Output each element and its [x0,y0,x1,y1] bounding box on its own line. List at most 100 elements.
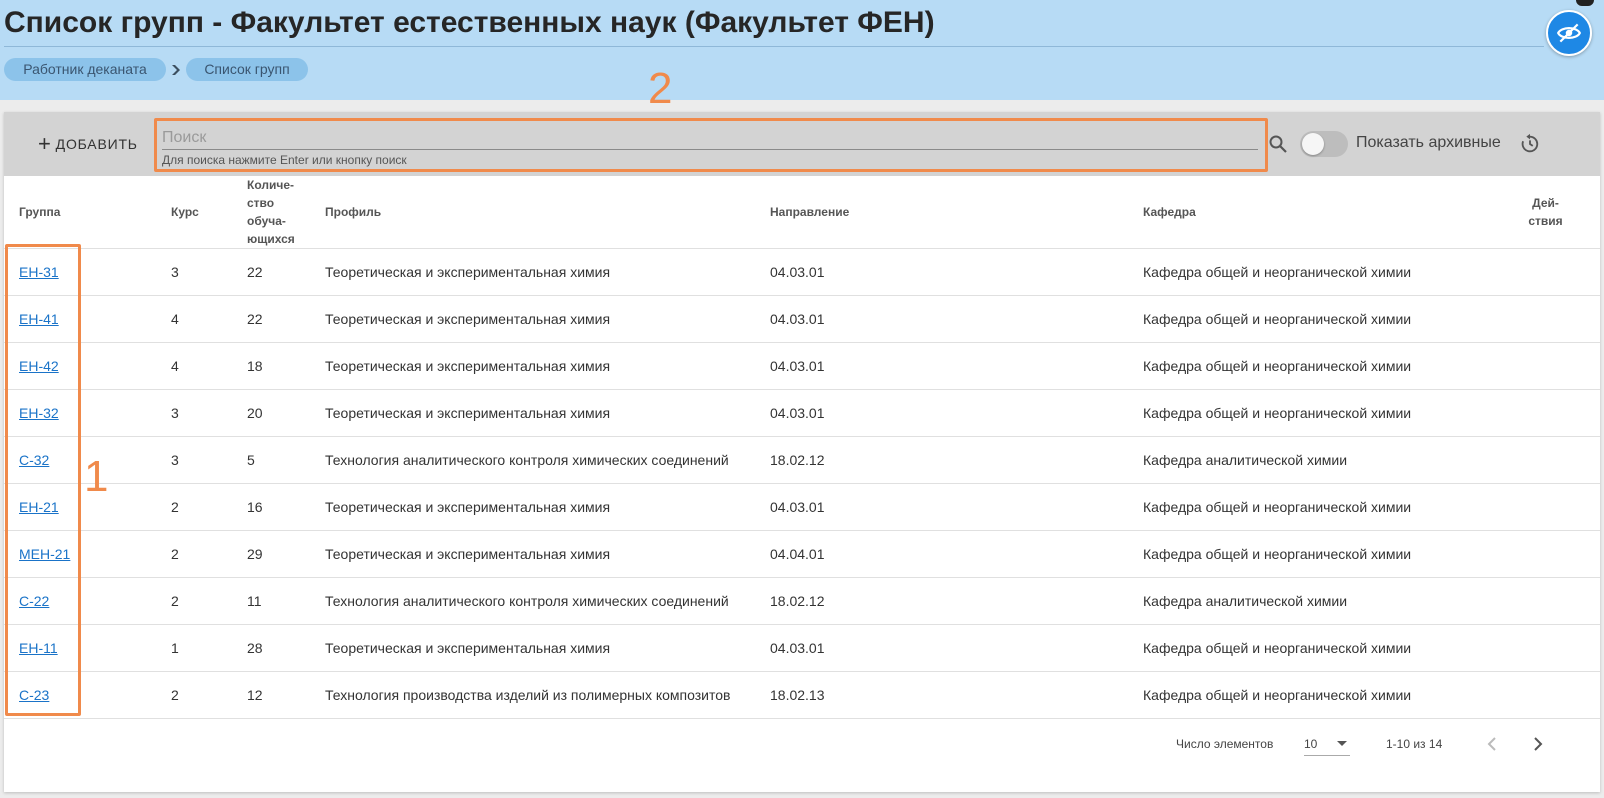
search-field: Для поиска нажмите Enter или кнопку поис… [154,118,1268,172]
cell-count: 18 [247,342,325,390]
group-link[interactable]: ЕН-41 [19,311,59,327]
column-header-actions: Дей-ствия [1503,176,1600,249]
cell-profile: Технология аналитического контроля химич… [325,577,770,625]
group-link[interactable]: ЕН-11 [19,640,58,656]
cell-group: ЕН-31 [4,248,171,296]
breadcrumb-item-dean-worker[interactable]: Работник деканата [4,58,166,81]
cell-actions [1503,436,1600,484]
cell-kurs: 3 [171,248,247,296]
cell-group: ЕН-32 [4,389,171,437]
column-header-group[interactable]: Группа [4,176,171,249]
table-row: ЕН-42 4 18 Теоретическая и экспериментальна… [4,342,1600,390]
table-row: С-22 2 11 Технология аналитического контрол… [4,577,1600,625]
search-button[interactable] [1266,132,1290,156]
cell-kafedra: Кафедра общей и неорганической химии [1143,671,1503,719]
cell-group: ЕН-11 [4,624,171,672]
table-row: МЕН-21 2 29 Теоретическая и экспериментальн… [4,530,1600,578]
cell-profile: Теоретическая и экспериментальная химия [325,295,770,343]
cell-profile: Теоретическая и экспериментальная химия [325,483,770,531]
cell-actions [1503,342,1600,390]
visibility-toggle-button[interactable] [1546,10,1592,56]
cell-actions [1503,624,1600,672]
cell-direction: 04.03.01 [770,624,1143,672]
group-link[interactable]: ЕН-31 [19,264,59,280]
cell-group: С-23 [4,671,171,719]
cell-profile: Теоретическая и экспериментальная химия [325,248,770,296]
student-count-header-text: Количе-ство обуча-ющихся [247,178,295,246]
cell-count: 20 [247,389,325,437]
annotation-marker-2: 2 [648,64,673,113]
column-header-student-count[interactable]: Количе-ство обуча-ющихся [247,176,325,249]
cell-kafedra: Кафедра общей и неорганической химии [1143,342,1503,390]
toggle-knob [1302,133,1324,155]
breadcrumb: Работник деканата Список групп [4,58,308,81]
group-link[interactable]: С-23 [19,687,49,703]
cell-count: 28 [247,624,325,672]
table-row: ЕН-41 4 22 Теоретическая и экспериментальна… [4,295,1600,343]
per-page-select[interactable]: 10 [1304,732,1350,756]
cell-actions [1503,671,1600,719]
archive-toggle[interactable] [1300,131,1348,157]
breadcrumb-item-group-list[interactable]: Список групп [186,58,308,81]
cell-kurs: 4 [171,342,247,390]
search-input[interactable] [162,126,1258,150]
cell-kafedra: Кафедра общей и неорганической химии [1143,295,1503,343]
column-header-direction[interactable]: Направление [770,176,1143,249]
cell-direction: 18.02.12 [770,436,1143,484]
actions-header-text: Дей-ствия [1528,196,1563,228]
plus-icon: + [38,131,52,156]
groups-card: + ДОБАВИТЬ Для поиска нажмите Enter или … [4,112,1600,792]
chevron-left-icon [1487,737,1496,751]
group-link[interactable]: МЕН-21 [19,546,70,562]
breadcrumb-separator-icon [172,64,180,75]
group-link[interactable]: ЕН-42 [19,358,59,374]
cell-direction: 18.02.13 [770,671,1143,719]
pagination-range: 1-10 из 14 [1386,737,1443,751]
search-hint: Для поиска нажмите Enter или кнопку поис… [162,153,407,167]
cell-direction: 18.02.12 [770,577,1143,625]
cell-direction: 04.03.01 [770,295,1143,343]
cell-profile: Теоретическая и экспериментальная химия [325,389,770,437]
cell-kurs: 2 [171,483,247,531]
group-link[interactable]: С-22 [19,593,49,609]
cell-count: 29 [247,530,325,578]
page-header: Список групп - Факультет естественных на… [0,0,1604,100]
table-row: ЕН-11 1 28 Теоретическая и экспериментальна… [4,624,1600,672]
per-page-value: 10 [1304,736,1318,751]
group-link[interactable]: ЕН-32 [19,405,59,421]
cell-group: С-22 [4,577,171,625]
cell-profile: Теоретическая и экспериментальная химия [325,530,770,578]
cell-direction: 04.03.01 [770,342,1143,390]
per-page-label: Число элементов [1176,737,1274,751]
cell-direction: 04.03.01 [770,389,1143,437]
cell-kurs: 2 [171,671,247,719]
page-title: Список групп - Факультет естественных на… [4,6,935,39]
column-header-profile[interactable]: Профиль [325,176,770,249]
cell-actions [1503,483,1600,531]
cell-profile: Теоретическая и экспериментальная химия [325,624,770,672]
cell-direction: 04.04.01 [770,530,1143,578]
groups-table: Группа Курс Количе-ство обуча-ющихся Про… [4,176,1600,719]
table-row: ЕН-32 3 20 Теоретическая и экспериментальна… [4,389,1600,437]
column-header-kafedra[interactable]: Кафедра [1143,176,1503,249]
table-row: ЕН-31 3 22 Теоретическая и экспериментальна… [4,248,1600,296]
eye-off-icon [1556,23,1582,43]
history-icon [1521,133,1539,153]
cell-kurs: 2 [171,530,247,578]
refresh-button[interactable] [1518,132,1542,156]
add-button[interactable]: + ДОБАВИТЬ [38,132,138,156]
next-page-button[interactable] [1526,732,1550,756]
previous-page-button[interactable] [1480,732,1504,756]
cell-kurs: 2 [171,577,247,625]
cell-count: 22 [247,248,325,296]
cell-actions [1503,295,1600,343]
table-row: С-23 2 12 Технология производства изделий и… [4,671,1600,719]
column-header-kurs[interactable]: Курс [171,176,247,249]
cell-kafedra: Кафедра общей и неорганической химии [1143,530,1503,578]
title-divider [4,46,1544,47]
cell-kurs: 3 [171,389,247,437]
chevron-right-icon [1534,737,1543,751]
group-link[interactable]: ЕН-21 [19,499,59,515]
pagination: Число элементов 10 1-10 из 14 [4,724,1600,764]
group-link[interactable]: С-32 [19,452,49,468]
